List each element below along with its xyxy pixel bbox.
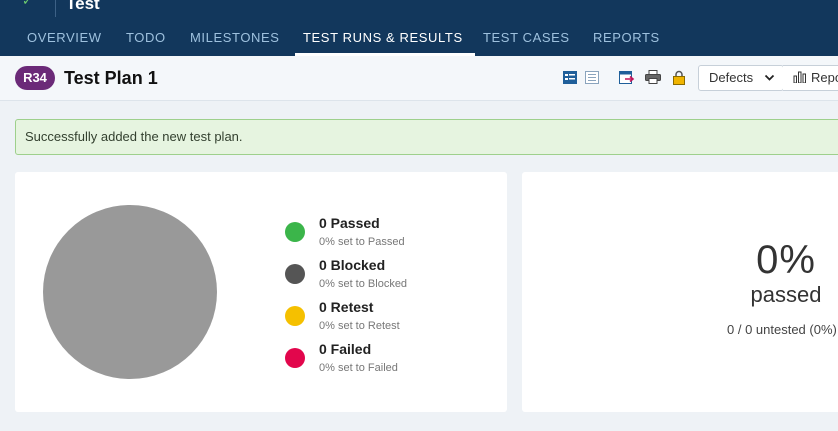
pass-rate-card: 0% passed 0 / 0 untested (0%) [522, 172, 838, 412]
status-legend: 0 Passed 0% set to Passed 0 Blocked 0% s… [285, 214, 485, 382]
header-divider [55, 0, 56, 17]
tab-milestones[interactable]: MILESTONES [190, 26, 280, 56]
legend-item-blocked: 0 Blocked 0% set to Blocked [285, 256, 485, 298]
page-title: Test Plan 1 [64, 68, 158, 88]
app-logo-icon: ✓ [22, 0, 33, 8]
project-title[interactable]: Test [66, 0, 100, 14]
legend-sub: 0% set to Blocked [319, 278, 408, 290]
chevron-down-icon [764, 66, 775, 99]
legend-item-passed: 0 Passed 0% set to Passed [285, 214, 485, 256]
tab-todo[interactable]: TODO [126, 26, 166, 56]
view-compact-icon[interactable] [584, 69, 600, 85]
status-dot-failed [285, 348, 305, 368]
pie-slice-empty [43, 205, 217, 379]
legend-item-failed: 0 Failed 0% set to Failed [285, 340, 485, 382]
legend-label: 0 Failed [319, 341, 372, 357]
page-title-bar: R34 Test Plan 1 Defects Reports [0, 56, 838, 101]
pass-percent-caption: passed [750, 282, 822, 307]
legend-label: 0 Retest [319, 299, 374, 315]
status-dot-retest [285, 306, 305, 326]
view-details-icon[interactable] [562, 69, 578, 85]
untested-summary: 0 / 0 untested (0%) [727, 322, 837, 337]
tab-test-cases[interactable]: TEST CASES [483, 26, 570, 56]
legend-sub: 0% set to Passed [319, 236, 405, 248]
legend-item-retest: 0 Retest 0% set to Retest [285, 298, 485, 340]
status-pie-chart [43, 205, 217, 379]
reports-button[interactable]: Reports [783, 65, 838, 91]
plan-id-badge: R34 [15, 66, 55, 90]
bar-chart-icon [793, 71, 806, 84]
tab-overview[interactable]: OVERVIEW [27, 26, 102, 56]
print-icon[interactable] [645, 69, 661, 85]
success-alert: Successfully added the new test plan. [15, 119, 838, 155]
legend-label: 0 Passed [319, 215, 380, 231]
tab-reports[interactable]: REPORTS [593, 26, 660, 56]
lock-icon[interactable] [671, 69, 687, 85]
reports-button-label: Reports [811, 70, 838, 85]
status-dot-passed [285, 222, 305, 242]
status-dot-blocked [285, 264, 305, 284]
pass-percent: 0% [756, 238, 816, 282]
legend-label: 0 Blocked [319, 257, 386, 273]
tab-test-runs-results[interactable]: TEST RUNS & RESULTS [295, 26, 475, 56]
top-nav-bar: ✓ Test OVERVIEW TODO MILESTONES TEST RUN… [0, 0, 838, 56]
export-icon[interactable] [619, 69, 635, 85]
defects-dropdown[interactable]: Defects [698, 65, 784, 91]
legend-sub: 0% set to Retest [319, 320, 400, 332]
legend-sub: 0% set to Failed [319, 362, 398, 374]
defects-dropdown-label: Defects [709, 70, 754, 85]
status-chart-card: 0 Passed 0% set to Passed 0 Blocked 0% s… [15, 172, 507, 412]
